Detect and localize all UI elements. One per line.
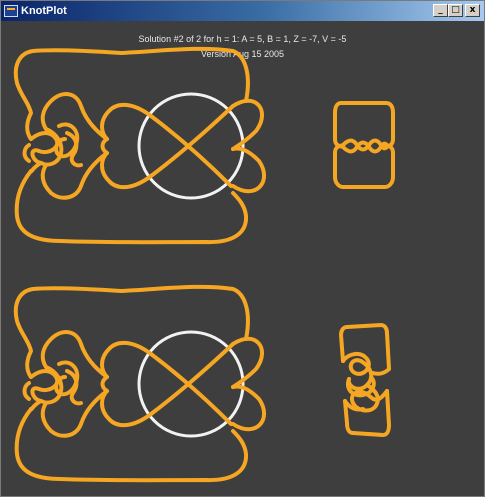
window-title: KnotPlot [21, 5, 67, 17]
knot-diagram-top-left [13, 46, 267, 245]
app-icon [4, 5, 18, 17]
knot-canvas[interactable]: Solution #2 of 2 for h = 1: A = 5, B = 1… [1, 21, 484, 496]
knot-diagram-top-right [333, 101, 395, 189]
knot-diagram-bottom-right [339, 323, 391, 437]
minimize-button[interactable]: _ [433, 4, 448, 17]
knotplot-window: KnotPlot _ □ x Solution #2 of 2 for h = … [0, 0, 485, 497]
title-bar[interactable]: KnotPlot _ □ x [1, 1, 484, 21]
knot-diagram-bottom-left [13, 284, 267, 483]
close-button[interactable]: x [465, 4, 480, 17]
maximize-button[interactable]: □ [448, 4, 463, 17]
knot-drawing [13, 46, 395, 483]
